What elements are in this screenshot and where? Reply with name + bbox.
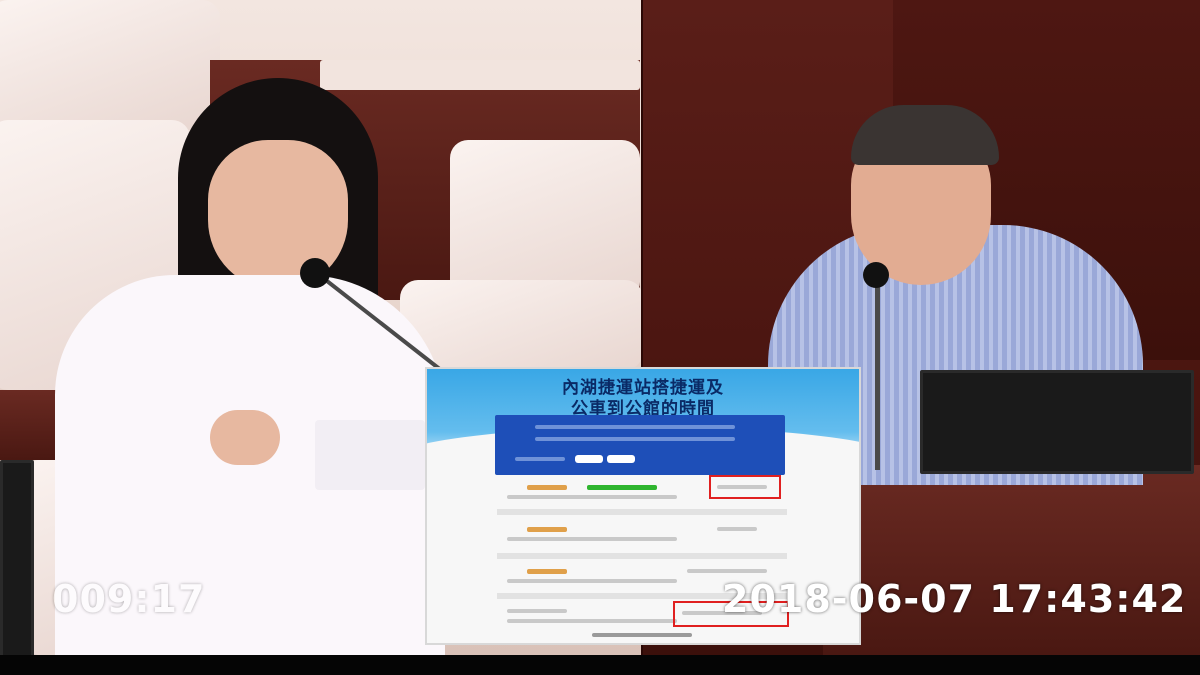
letterbox-bar bbox=[0, 655, 1200, 675]
official-hair bbox=[851, 105, 999, 165]
microphone-head-right bbox=[863, 262, 889, 288]
monitor-left-edge bbox=[0, 460, 34, 655]
chair-back-left bbox=[0, 0, 220, 130]
chair-right-top bbox=[450, 140, 640, 300]
highlight-box-top bbox=[709, 475, 781, 499]
route-app-header bbox=[495, 415, 785, 475]
timestamp-overlay: 2018-06-07 17:43:42 bbox=[722, 577, 1187, 621]
speaker-hand bbox=[210, 410, 280, 465]
paper-sheet bbox=[315, 420, 425, 490]
microphone-stem-right bbox=[875, 280, 880, 470]
recording-counter: 009:17 bbox=[52, 577, 206, 621]
chair-right-bottom bbox=[400, 280, 643, 370]
microphone-head-left bbox=[300, 258, 330, 288]
podium bbox=[823, 465, 1200, 655]
video-frame: 內湖捷運站搭捷運及 公車到公館的時間 009:17 2018-06-07 17:… bbox=[0, 0, 1200, 675]
desk-left-edge bbox=[0, 390, 60, 460]
desk-top bbox=[320, 60, 640, 90]
podium-monitor bbox=[920, 370, 1194, 474]
